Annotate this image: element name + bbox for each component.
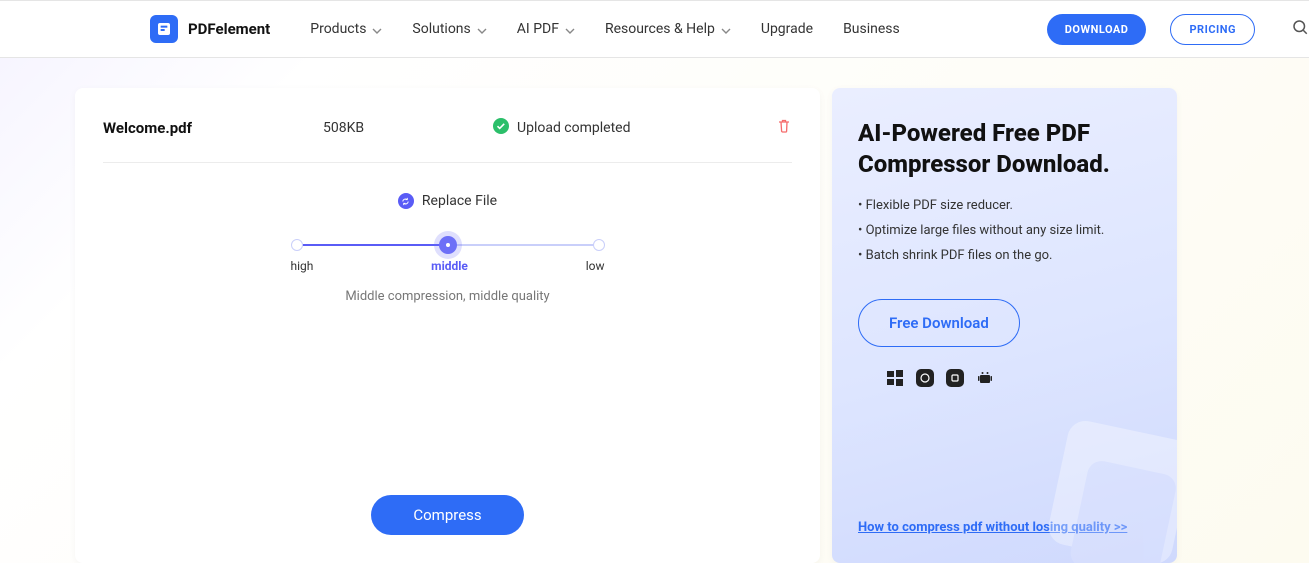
nav-resources[interactable]: Resources & Help (605, 21, 731, 37)
chevron-down-icon (565, 24, 575, 34)
content: Welcome.pdf 508KB Upload completed Repla… (0, 58, 1309, 563)
promo-bullet: • Optimize large files without any size … (858, 223, 1151, 238)
pricing-button[interactable]: PRICING (1170, 14, 1255, 45)
search-icon[interactable] (1291, 18, 1309, 40)
android-icon (976, 369, 994, 387)
nav-business[interactable]: Business (843, 21, 900, 37)
brand[interactable]: PDFelement (150, 15, 270, 43)
file-status-text: Upload completed (517, 120, 631, 136)
nav-aipdf[interactable]: AI PDF (517, 21, 575, 37)
compression-slider[interactable]: high middle low Middle compression, midd… (291, 241, 605, 304)
chevron-down-icon (477, 24, 487, 34)
nav-label: Upgrade (761, 21, 813, 37)
slider-label-low: low (586, 259, 605, 273)
nav-label: Business (843, 21, 900, 37)
slider-description: Middle compression, middle quality (291, 289, 605, 304)
file-size: 508KB (323, 120, 493, 136)
file-row: Welcome.pdf 508KB Upload completed (103, 118, 792, 163)
chevron-down-icon (721, 24, 731, 34)
delete-file-button[interactable] (776, 118, 792, 138)
free-download-button[interactable]: Free Download (858, 299, 1020, 347)
nav-label: Products (310, 21, 366, 37)
promo-title: AI-Powered Free PDF Compressor Download. (858, 118, 1151, 180)
topbar: PDFelement Products Solutions AI PDF Res… (0, 0, 1309, 58)
macos-icon (916, 369, 934, 387)
nav-label: Resources & Help (605, 21, 715, 37)
slider-labels: high middle low (291, 259, 605, 273)
promo-bullet: • Batch shrink PDF files on the go. (858, 248, 1151, 263)
nav-upgrade[interactable]: Upgrade (761, 21, 813, 37)
slider-stop-low[interactable] (593, 239, 605, 251)
file-name: Welcome.pdf (103, 119, 323, 137)
windows-icon (886, 369, 904, 387)
file-status: Upload completed (493, 118, 776, 138)
download-button[interactable]: DOWNLOAD (1047, 14, 1147, 45)
slider-label-high: high (291, 259, 314, 273)
brand-logo-icon (150, 15, 178, 43)
nav-label: Solutions (412, 21, 470, 37)
promo-bullet: • Flexible PDF size reducer. (858, 198, 1151, 213)
slider-track[interactable] (291, 241, 605, 249)
nav-products[interactable]: Products (310, 21, 382, 37)
slider-label-middle: middle (431, 259, 468, 273)
track-fill (297, 244, 447, 246)
replace-label: Replace File (422, 193, 497, 209)
replace-file[interactable]: Replace File (103, 193, 792, 209)
main-nav: Products Solutions AI PDF Resources & He… (310, 21, 900, 37)
brand-name: PDFelement (188, 20, 270, 38)
compress-panel: Welcome.pdf 508KB Upload completed Repla… (75, 88, 820, 563)
slider-thumb[interactable] (439, 236, 457, 254)
check-circle-icon (493, 118, 509, 138)
chevron-down-icon (372, 24, 382, 34)
nav-label: AI PDF (517, 21, 559, 37)
compress-button[interactable]: Compress (371, 495, 523, 535)
promo-panel: AI-Powered Free PDF Compressor Download.… (832, 88, 1177, 563)
promo-bg-shape (1020, 396, 1177, 563)
os-icons (886, 369, 1151, 387)
replace-icon (398, 193, 414, 209)
promo-bullets: • Flexible PDF size reducer. • Optimize … (858, 198, 1151, 273)
nav-solutions[interactable]: Solutions (412, 21, 486, 37)
slider-stop-high[interactable] (291, 239, 303, 251)
ios-icon (946, 369, 964, 387)
